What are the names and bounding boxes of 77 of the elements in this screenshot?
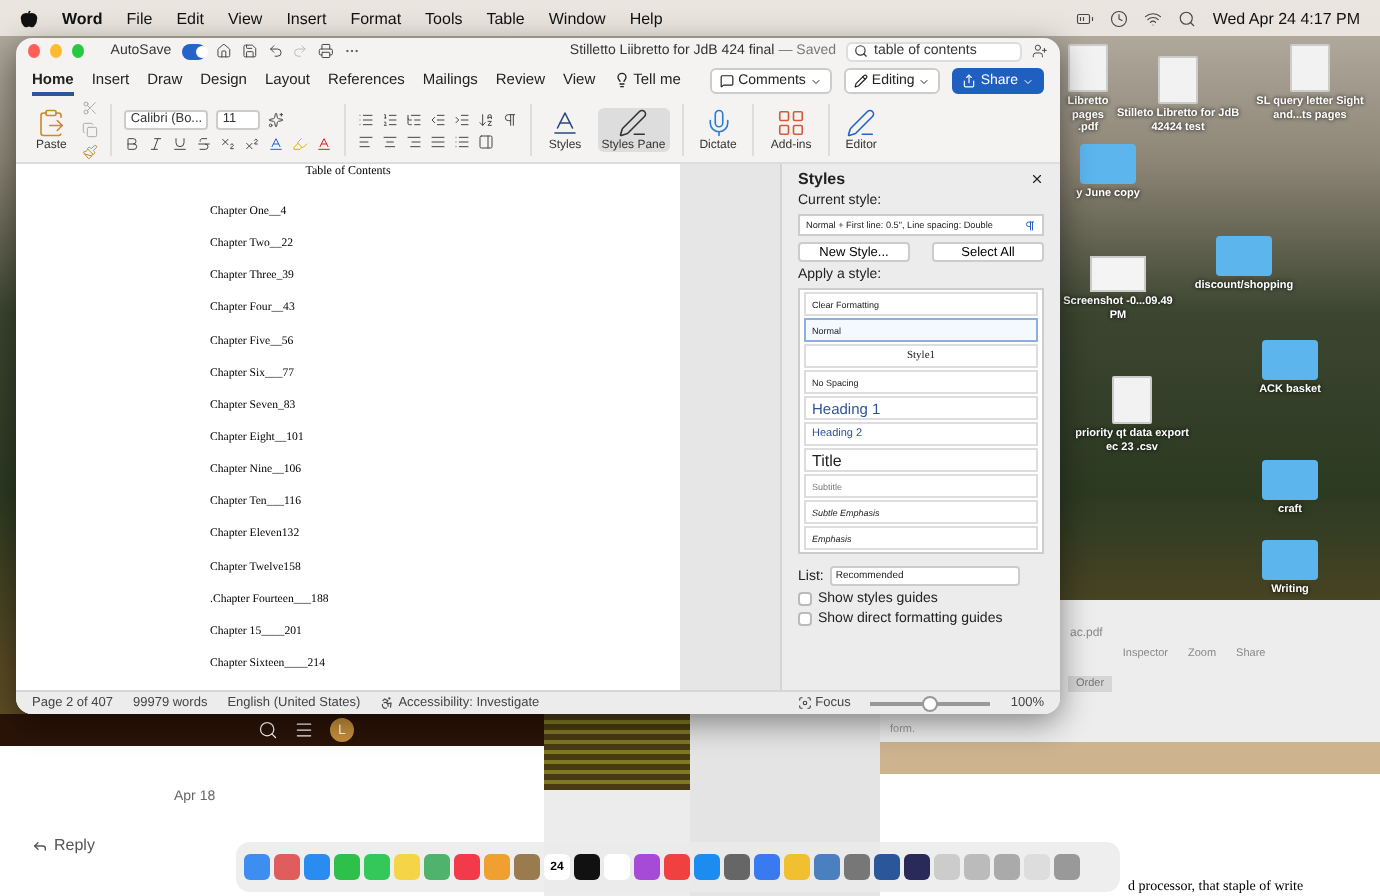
shading-icon[interactable] (478, 133, 495, 149)
comment-icon (720, 74, 735, 88)
justify-icon[interactable] (430, 133, 447, 149)
bold-icon[interactable] (124, 135, 141, 151)
autosave-toggle[interactable] (181, 43, 206, 59)
undo-icon[interactable] (267, 42, 283, 60)
text-effects-icon[interactable] (268, 135, 285, 151)
clipboard-icon (36, 107, 67, 138)
wifi-icon[interactable] (1144, 9, 1163, 27)
style-item[interactable]: Title (804, 448, 1038, 472)
strikethrough-icon[interactable] (196, 135, 213, 151)
clock-icon[interactable] (1110, 9, 1129, 27)
search-icon (854, 44, 868, 58)
menu-item[interactable]: Insert (286, 9, 327, 27)
accessibility-icon (380, 696, 395, 710)
align-left-icon[interactable] (358, 133, 375, 149)
line-spacing-icon[interactable] (454, 133, 471, 149)
search-icon[interactable] (1178, 9, 1197, 27)
clock-text[interactable]: Wed Apr 24 4:17 PM (1212, 9, 1360, 27)
styles-icon (550, 107, 581, 138)
print-icon[interactable] (318, 42, 335, 60)
menu-item[interactable]: Format (350, 9, 402, 27)
checkbox[interactable] (798, 592, 812, 606)
app-icon[interactable] (874, 854, 900, 880)
close-icon[interactable] (1030, 172, 1044, 186)
microphone-icon (703, 107, 734, 138)
reply-icon (32, 837, 48, 853)
zoom-button[interactable] (72, 44, 85, 58)
menu-item[interactable]: Help (629, 9, 663, 27)
home-icon[interactable] (215, 42, 232, 60)
caret-icon (809, 75, 822, 87)
lightbulb-icon (613, 71, 630, 87)
pen-icon (618, 107, 649, 138)
reply-button[interactable]: Reply (32, 836, 95, 854)
italic-icon[interactable] (148, 135, 165, 151)
menu-item[interactable]: View (227, 9, 263, 27)
person-icon[interactable] (1032, 42, 1048, 60)
increase-indent-icon[interactable] (454, 111, 471, 127)
menu-icon[interactable] (294, 720, 314, 740)
pilcrow-icon[interactable] (502, 111, 519, 127)
font-color-icon[interactable] (316, 135, 333, 151)
app-menu[interactable]: Word (62, 9, 103, 27)
superscript-icon[interactable] (244, 135, 261, 151)
sort-icon[interactable] (478, 111, 495, 127)
save-icon[interactable] (241, 42, 258, 60)
pencil-icon (853, 74, 868, 88)
multilevel-list-icon[interactable] (406, 111, 423, 127)
apple-icon[interactable] (20, 9, 38, 27)
close-button[interactable] (28, 44, 41, 58)
caret-icon (918, 75, 931, 87)
pen-icon (846, 107, 877, 138)
menu-item[interactable]: Window (548, 9, 606, 27)
menu-item[interactable]: Table (486, 9, 525, 27)
align-right-icon[interactable] (406, 133, 423, 149)
battery-icon[interactable] (1076, 9, 1095, 27)
menu-item[interactable]: Tools (425, 9, 463, 27)
subscript-icon[interactable] (220, 135, 237, 151)
cut-icon[interactable] (82, 100, 99, 116)
screenshot-thumbnail[interactable] (1090, 256, 1146, 292)
caret-icon (1022, 75, 1034, 87)
underline-icon[interactable] (172, 135, 189, 151)
app-icon[interactable] (574, 854, 600, 880)
focus-icon (797, 696, 812, 710)
pilcrow-icon (1024, 219, 1036, 231)
align-center-icon[interactable] (382, 133, 399, 149)
pane-title: Styles (798, 170, 846, 188)
app-icon[interactable] (904, 854, 930, 880)
share-icon (962, 74, 977, 88)
numbering-icon[interactable] (382, 111, 399, 127)
format-painter-icon[interactable] (82, 144, 99, 160)
menu-item[interactable]: Edit (176, 9, 204, 27)
menu-item[interactable]: File (126, 9, 153, 27)
font-grow-icon[interactable] (268, 111, 285, 127)
grid-icon (776, 107, 807, 138)
zoom-thumb[interactable] (922, 695, 939, 711)
checkbox[interactable] (798, 612, 812, 626)
bullets-icon[interactable] (358, 111, 375, 127)
